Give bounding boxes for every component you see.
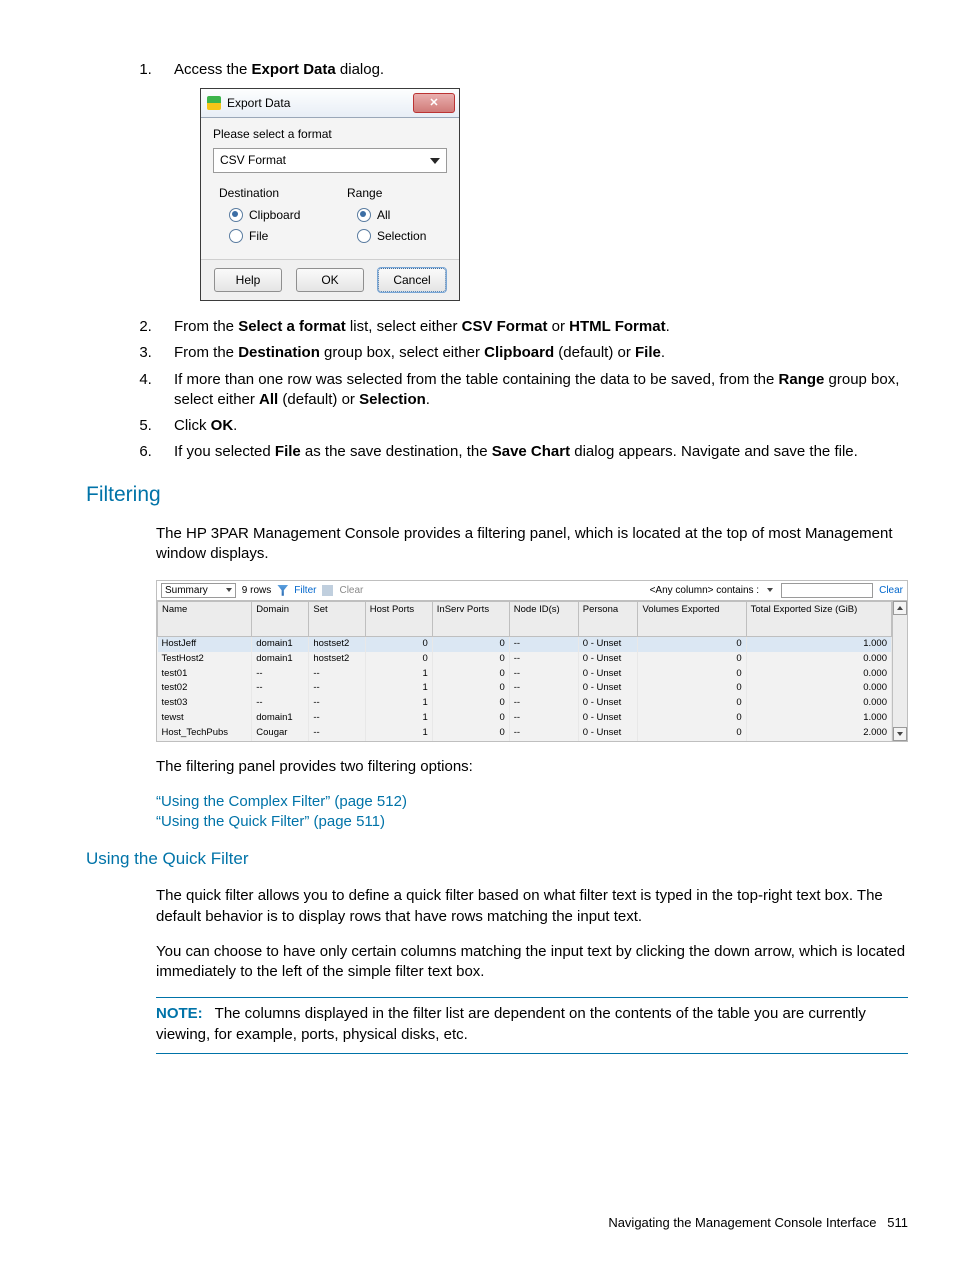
column-header[interactable]: Total Exported Size (GiB) [746, 602, 891, 637]
table-row[interactable]: test01----10--0 - Unset00.000 [158, 667, 892, 682]
chevron-up-icon [897, 606, 903, 610]
chevron-down-icon [430, 158, 440, 164]
close-icon: ✕ [429, 96, 438, 111]
radio-icon [229, 208, 243, 222]
filter-icon [277, 585, 288, 596]
radio-icon [357, 208, 371, 222]
column-header[interactable]: Set [309, 602, 365, 637]
step-2: From the Select a format list, select ei… [156, 317, 908, 337]
dialog-title: Export Data [227, 95, 413, 111]
table-row[interactable]: TestHost2domain1hostset200--0 - Unset00.… [158, 652, 892, 667]
hosts-table[interactable]: NameDomainSetHost PortsInServ PortsNode … [157, 601, 892, 741]
chevron-down-icon [226, 588, 232, 592]
close-button[interactable]: ✕ [413, 93, 455, 113]
column-header[interactable]: Persona [578, 602, 638, 637]
radio-file[interactable]: File [229, 228, 319, 244]
filter-link[interactable]: Filter [294, 584, 316, 598]
view-dropdown[interactable]: Summary [161, 583, 236, 599]
quick-filter-heading: Using the Quick Filter [86, 848, 908, 871]
table-row[interactable]: test03----10--0 - Unset00.000 [158, 696, 892, 711]
clear-icon [322, 585, 333, 596]
format-dropdown[interactable]: CSV Format [213, 148, 447, 172]
note-label: NOTE: [156, 1005, 203, 1022]
table-row[interactable]: HostJeffdomain1hostset200--0 - Unset01.0… [158, 637, 892, 652]
table-row[interactable]: tewstdomain1--10--0 - Unset01.000 [158, 711, 892, 726]
step-6: If you selected File as the save destina… [156, 442, 908, 462]
column-selector-icon[interactable] [767, 588, 773, 592]
note-box: NOTE:The columns displayed in the filter… [156, 997, 908, 1054]
column-header[interactable]: InServ Ports [432, 602, 509, 637]
filtering-intro: The HP 3PAR Management Console provides … [156, 524, 908, 565]
quick-filter-input[interactable] [781, 583, 873, 598]
scroll-down-button[interactable] [893, 727, 907, 741]
cancel-button[interactable]: Cancel [378, 268, 446, 292]
app-icon [207, 96, 221, 110]
help-button[interactable]: Help [214, 268, 282, 292]
vertical-scrollbar[interactable] [892, 601, 907, 741]
column-header[interactable]: Host Ports [365, 602, 432, 637]
filter-toolbar: Summary 9 rows Filter Clear <Any column>… [156, 580, 908, 602]
dialog-prompt: Please select a format [213, 126, 447, 142]
contains-label: <Any column> contains : [650, 584, 760, 598]
radio-icon [229, 229, 243, 243]
filtering-heading: Filtering [86, 481, 908, 509]
destination-group: Destination Clipboard File [219, 185, 319, 250]
destination-label: Destination [219, 185, 319, 201]
quick-filter-p1: The quick filter allows you to define a … [156, 886, 908, 927]
ok-button[interactable]: OK [296, 268, 364, 292]
step-5: Click OK. [156, 416, 908, 436]
step-3: From the Destination group box, select e… [156, 343, 908, 363]
steps-list: Access the Export Data dialog. Export Da… [156, 60, 908, 463]
column-header[interactable]: Name [158, 602, 252, 637]
dialog-titlebar[interactable]: Export Data ✕ [201, 89, 459, 118]
filter-options-intro: The filtering panel provides two filteri… [156, 757, 908, 777]
note-body: The columns displayed in the filter list… [156, 1005, 866, 1042]
column-header[interactable]: Volumes Exported [638, 602, 746, 637]
table-row[interactable]: Host_TechPubsCougar--10--0 - Unset02.000 [158, 726, 892, 741]
filter-panel: Summary 9 rows Filter Clear <Any column>… [156, 580, 908, 742]
chevron-down-icon [897, 732, 903, 736]
step-1: Access the Export Data dialog. Export Da… [156, 60, 908, 301]
range-label: Range [347, 185, 447, 201]
quick-filter-p2: You can choose to have only certain colu… [156, 942, 908, 983]
page-footer: Navigating the Management Console Interf… [86, 1214, 908, 1232]
row-count: 9 rows [242, 584, 271, 598]
format-value: CSV Format [220, 152, 286, 168]
column-header[interactable]: Node ID(s) [509, 602, 578, 637]
export-data-dialog: Export Data ✕ Please select a format CSV… [200, 88, 460, 301]
column-header[interactable]: Domain [252, 602, 309, 637]
link-quick-filter[interactable]: “Using the Quick Filter” (page 511) [156, 813, 385, 830]
radio-selection[interactable]: Selection [357, 228, 447, 244]
radio-clipboard[interactable]: Clipboard [229, 207, 319, 223]
step-4: If more than one row was selected from t… [156, 370, 908, 411]
table-row[interactable]: test02----10--0 - Unset00.000 [158, 681, 892, 696]
clear-quick-link[interactable]: Clear [879, 584, 903, 598]
radio-icon [357, 229, 371, 243]
clear-link[interactable]: Clear [339, 584, 363, 598]
scroll-up-button[interactable] [893, 601, 907, 615]
radio-all[interactable]: All [357, 207, 447, 223]
link-complex-filter[interactable]: “Using the Complex Filter” (page 512) [156, 793, 407, 810]
range-group: Range All Selection [347, 185, 447, 250]
